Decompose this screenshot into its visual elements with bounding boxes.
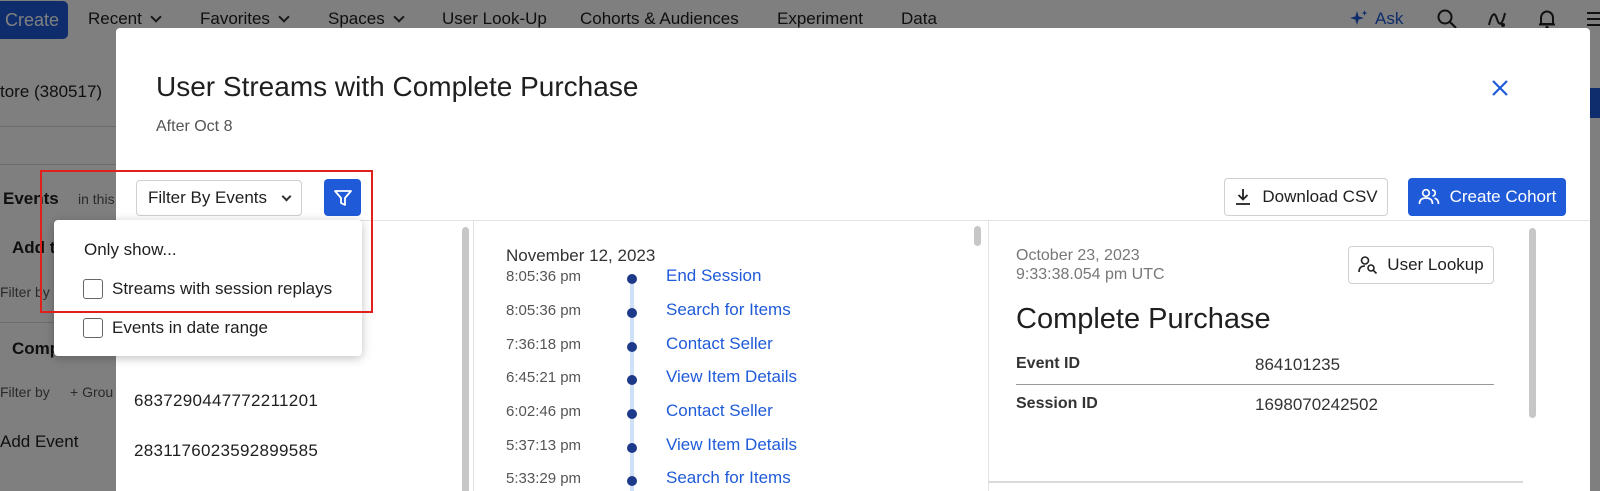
user-list-item[interactable]: 2831176023592899585 — [134, 441, 318, 461]
timeline-dot — [627, 308, 637, 318]
user-search-icon — [1358, 256, 1378, 275]
panel-divider — [988, 481, 1523, 483]
users-icon — [1418, 188, 1439, 205]
timeline-dot — [627, 375, 637, 385]
modal-subtitle: After Oct 8 — [156, 118, 233, 135]
event-link[interactable]: View Item Details — [666, 435, 797, 455]
filter-by-events-select[interactable]: Filter By Events — [136, 180, 302, 216]
property-divider — [1016, 384, 1494, 385]
timeline-row: 6:45:21 pm View Item Details — [476, 367, 956, 393]
property-value: 864101235 — [1255, 355, 1341, 374]
filter-button[interactable] — [324, 179, 361, 216]
user-lookup-label: User Lookup — [1387, 255, 1484, 274]
event-time: 6:45:21 pm — [506, 369, 582, 386]
event-timestamp: October 23, 2023 9:33:38.054 pm UTC — [1016, 246, 1165, 284]
event-time: 5:37:13 pm — [506, 437, 582, 454]
event-link[interactable]: End Session — [666, 266, 761, 286]
timeline-dot — [627, 409, 637, 419]
option-label: Events in date range — [112, 318, 268, 337]
chevron-down-icon — [281, 191, 292, 201]
timeline-row: 5:37:13 pm View Item Details — [476, 435, 956, 461]
checkbox[interactable] — [83, 279, 103, 299]
download-icon — [1236, 189, 1251, 205]
event-date: October 23, 2023 — [1016, 247, 1140, 264]
event-detail-panel: October 23, 2023 9:33:38.054 pm UTC User… — [988, 221, 1568, 491]
download-csv-button[interactable]: Download CSV — [1224, 178, 1388, 216]
user-list-scrollbar[interactable] — [462, 227, 469, 491]
property-key: Session ID — [1016, 395, 1098, 412]
event-time: 5:33:29 pm — [506, 470, 582, 487]
event-link[interactable]: Contact Seller — [666, 401, 773, 421]
timeline-dot — [627, 476, 637, 486]
close-icon[interactable] — [1488, 76, 1512, 100]
timeline-scrollbar[interactable] — [974, 226, 981, 246]
dropdown-heading: Only show... — [84, 240, 177, 259]
event-link[interactable]: View Item Details — [666, 367, 797, 387]
property-key: Event ID — [1016, 355, 1081, 372]
event-timeline: November 12, 2023 8:05:36 pm End Session… — [476, 221, 971, 491]
event-time-utc: 9:33:38.054 pm UTC — [1016, 266, 1165, 283]
event-time: 8:05:36 pm — [506, 268, 582, 285]
panel-border — [988, 221, 989, 491]
create-cohort-button[interactable]: Create Cohort — [1408, 178, 1566, 216]
event-link[interactable]: Search for Items — [666, 300, 791, 320]
event-time: 7:36:18 pm — [506, 336, 582, 353]
option-label: Streams with session replays — [112, 279, 333, 298]
timeline-row: 7:36:18 pm Contact Seller — [476, 334, 956, 360]
checkbox[interactable] — [83, 318, 103, 338]
user-list-item[interactable]: 6837290447772211201 — [134, 391, 318, 411]
download-label: Download CSV — [1262, 187, 1378, 206]
funnel-icon — [333, 189, 352, 206]
property-value: 1698070242502 — [1255, 395, 1378, 414]
timeline-row: 6:02:46 pm Contact Seller — [476, 401, 956, 427]
timeline-row: 5:33:29 pm Search for Items — [476, 468, 956, 491]
user-lookup-button[interactable]: User Lookup — [1348, 246, 1494, 284]
detail-scrollbar[interactable] — [1529, 228, 1536, 418]
option-date-range[interactable]: Events in date range — [83, 318, 268, 338]
event-link[interactable]: Search for Items — [666, 468, 791, 488]
event-time: 6:02:46 pm — [506, 403, 582, 420]
timeline-date: November 12, 2023 — [506, 246, 656, 265]
event-time: 8:05:36 pm — [506, 302, 582, 319]
event-link[interactable]: Contact Seller — [666, 334, 773, 354]
timeline-row: 8:05:36 pm Search for Items — [476, 300, 956, 326]
filter-dropdown-menu: Only show... Streams with session replay… — [54, 220, 362, 356]
create-cohort-label: Create Cohort — [1449, 187, 1557, 206]
modal-title: User Streams with Complete Purchase — [156, 71, 639, 102]
event-title: Complete Purchase — [1016, 303, 1271, 335]
filter-select-label: Filter By Events — [148, 188, 268, 207]
timeline-dot — [627, 342, 637, 352]
timeline-dot — [627, 443, 637, 453]
option-session-replays[interactable]: Streams with session replays — [83, 279, 332, 299]
column-divider — [473, 221, 474, 491]
timeline-row: 8:05:36 pm End Session — [476, 266, 956, 292]
timeline-dot — [627, 274, 637, 284]
